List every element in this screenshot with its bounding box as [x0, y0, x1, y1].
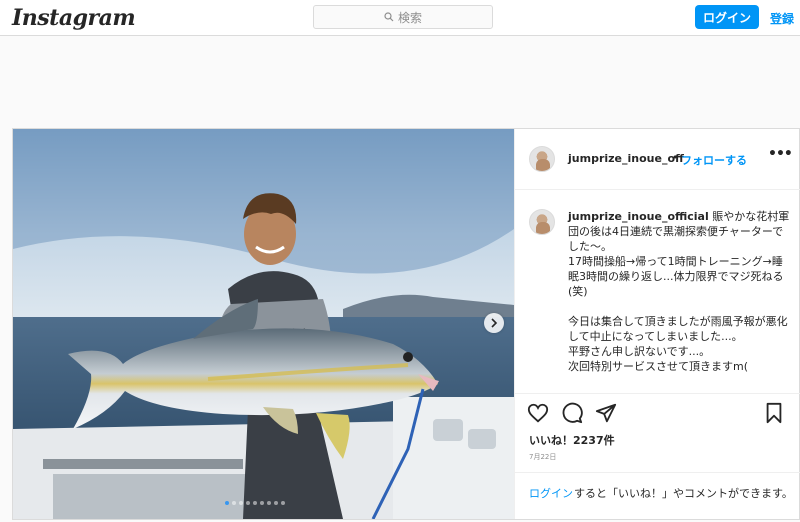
post-photo-image: [13, 129, 514, 519]
caption-username[interactable]: jumprize_inoue_official: [568, 210, 709, 223]
login-prompt-text: すると「いいね！」やコメントができます。: [574, 487, 793, 500]
carousel-dot: [260, 501, 264, 505]
login-link[interactable]: ログイン: [529, 485, 573, 501]
follow-button[interactable]: フォローする: [681, 152, 747, 168]
post-date[interactable]: 7月22日: [529, 452, 556, 462]
post-username[interactable]: jumprize_inoue_off: [568, 152, 684, 165]
signup-link[interactable]: 登録: [770, 10, 794, 27]
carousel-dot: [225, 501, 229, 505]
bookmark-icon[interactable]: [763, 402, 785, 424]
like-count[interactable]: いいね！2237件: [529, 432, 615, 448]
post-actions: いいね！2237件 7月22日 ログイン すると「いいね！」やコメントができます…: [515, 393, 800, 519]
search-placeholder: 検索: [397, 10, 422, 25]
post-caption: jumprize_inoue_official 賑やかな花村軍団の後は4日連続で…: [568, 209, 790, 374]
post-card: jumprize_inoue_off • フォローする ••• jumprize…: [12, 128, 800, 520]
carousel-dot: [239, 501, 243, 505]
carousel-dot: [267, 501, 271, 505]
chevron-right-icon: [491, 318, 498, 328]
avatar[interactable]: [529, 209, 555, 235]
post-sidebar: jumprize_inoue_off • フォローする ••• jumprize…: [514, 129, 800, 519]
more-options-icon[interactable]: •••: [768, 146, 793, 162]
login-button[interactable]: ログイン: [695, 5, 759, 29]
caption-section: jumprize_inoue_official 賑やかな花村軍団の後は4日連続で…: [515, 191, 800, 391]
carousel-dot: [253, 501, 257, 505]
heart-icon[interactable]: [527, 402, 549, 424]
search-input[interactable]: 検索: [313, 5, 493, 29]
carousel-dot: [281, 501, 285, 505]
search-icon: [384, 12, 394, 22]
carousel-dot: [246, 501, 250, 505]
top-navigation-bar: Instagram 検索 ログイン 登録: [0, 0, 800, 36]
avatar[interactable]: [529, 146, 555, 172]
paper-plane-icon[interactable]: [595, 402, 617, 424]
carousel-dot: [232, 501, 236, 505]
carousel-next-button[interactable]: [484, 313, 504, 333]
post-header: jumprize_inoue_off • フォローする •••: [515, 129, 800, 190]
separator-dot: •: [672, 151, 679, 164]
caption-text: 賑やかな花村軍団の後は4日連続で黒潮探索便チャーターでした〜。 17時間操船→帰…: [568, 210, 790, 373]
instagram-logo[interactable]: Instagram: [12, 5, 136, 31]
comment-icon[interactable]: [561, 402, 583, 424]
carousel-dot: [274, 501, 278, 505]
carousel-indicator: [225, 501, 285, 505]
post-photo[interactable]: [13, 129, 514, 519]
login-prompt: ログイン すると「いいね！」やコメントができます。: [515, 472, 800, 520]
